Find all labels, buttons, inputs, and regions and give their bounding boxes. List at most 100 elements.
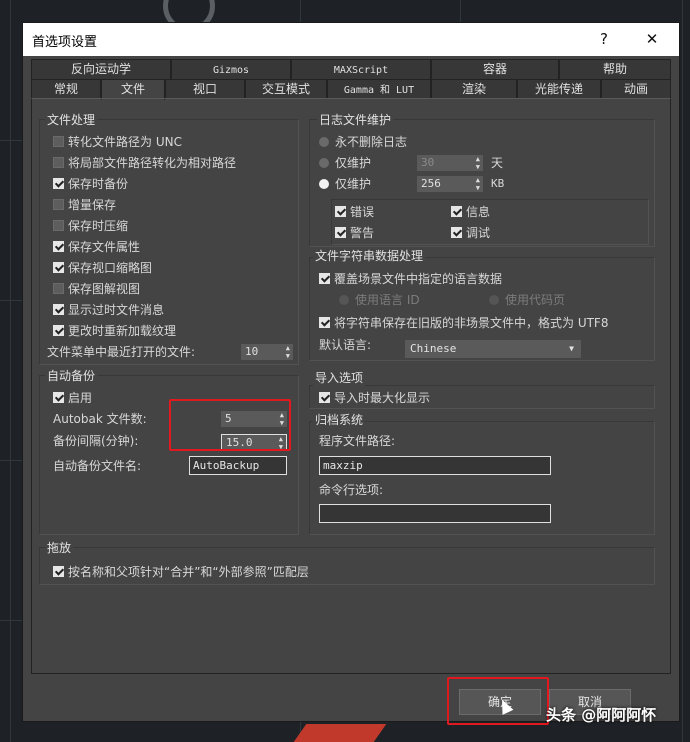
default-lang-value: Chinese — [410, 342, 457, 355]
tab-gamma-lut[interactable]: Gamma 和 LUT — [327, 79, 431, 99]
import-maximize-checkbox[interactable]: 导入时最大化显示 — [319, 389, 430, 407]
save-utf8-checkbox[interactable]: 将字符串保存在旧版的非场景文件中，格式为 UTF8 — [319, 314, 608, 332]
string-data-label: 文件字符串数据处理 — [313, 247, 426, 264]
log-maintenance-label: 日志文件维护 — [317, 111, 394, 128]
import-maximize-label: 导入时最大化显示 — [334, 391, 431, 405]
checkbox-icon — [319, 273, 330, 284]
recent-files-value: 10 — [245, 345, 259, 358]
radio-icon — [319, 158, 329, 168]
watermark: 头条 @阿阿阿怀 — [546, 706, 657, 724]
file-option-checkbox[interactable]: 转化文件路径为 UNC — [53, 133, 182, 151]
file-option-checkbox[interactable]: 保存图解视图 — [53, 280, 140, 298]
file-option-label: 将局部文件路径转化为相对路径 — [68, 156, 237, 170]
save-utf8-label: 将字符串保存在旧版的非场景文件中，格式为 UTF8 — [334, 316, 609, 330]
override-lang-label: 覆盖场景文件中指定的语言数据 — [334, 272, 503, 286]
close-button[interactable]: ✕ — [637, 27, 667, 51]
file-option-label: 保存时压缩 — [68, 219, 129, 233]
viewport-object — [293, 724, 387, 742]
file-option-checkbox[interactable]: 更改时重新加载纹理 — [53, 322, 176, 340]
checkbox-icon — [451, 227, 462, 238]
tab-help[interactable]: 帮助 — [559, 59, 671, 79]
checkbox-icon — [53, 304, 64, 315]
never-delete-radio[interactable]: 永不删除日志 — [319, 133, 407, 151]
file-option-label: 保存视口缩略图 — [68, 261, 153, 275]
program-path-field[interactable]: maxzip — [319, 456, 551, 475]
log-debug-checkbox[interactable]: 调试 — [451, 224, 490, 242]
keep-days-label: 仅维护 — [335, 156, 372, 170]
keep-kb-label: 仅维护 — [335, 177, 372, 191]
file-option-label: 显示过时文件消息 — [68, 303, 165, 317]
keep-days-spinner[interactable]: 30 ▲ ▼ — [417, 155, 483, 171]
autobackup-label: 自动备份 — [45, 367, 98, 384]
log-info-checkbox[interactable]: 信息 — [451, 203, 490, 221]
checkbox-icon — [53, 220, 64, 231]
default-lang-label: 默认语言: — [319, 338, 372, 352]
log-info-label: 信息 — [466, 205, 491, 219]
checkbox-icon — [53, 241, 64, 252]
checkbox-icon — [53, 262, 64, 273]
cmdline-label: 命令行选项: — [319, 483, 384, 497]
use-codepage-label: 使用代码页 — [505, 293, 566, 307]
autobackup-enable-checkbox[interactable]: 启用 — [53, 389, 92, 407]
tab-gamma-label: Gamma 和 LUT — [343, 85, 415, 96]
program-path-label: 程序文件路径: — [319, 434, 396, 448]
file-option-checkbox[interactable]: 将局部文件路径转化为相对路径 — [53, 154, 236, 172]
tab-gizmos[interactable]: Gizmos — [171, 59, 291, 79]
tab-viewports[interactable]: 视口 — [165, 79, 245, 99]
use-lang-id-radio[interactable]: 使用语言 ID — [339, 291, 420, 309]
log-errors-checkbox[interactable]: 错误 — [335, 203, 374, 221]
spinner-arrows-icon[interactable]: ▲ ▼ — [476, 155, 480, 171]
radio-selected-icon — [319, 179, 329, 189]
override-lang-checkbox[interactable]: 覆盖场景文件中指定的语言数据 — [319, 270, 502, 288]
checkbox-icon — [335, 227, 346, 238]
tab-container[interactable]: 容器 — [431, 59, 559, 79]
spinner-arrows-icon[interactable]: ▲ ▼ — [286, 344, 290, 360]
tab-files[interactable]: 文件 — [101, 79, 165, 100]
match-layers-checkbox[interactable]: 按名称和父项针对“合并”和“外部参照”匹配层 — [53, 563, 309, 581]
checkbox-icon — [319, 317, 330, 328]
checkbox-icon — [319, 392, 330, 403]
title-bar[interactable]: 首选项设置 ? ✕ — [23, 23, 679, 56]
match-layers-label: 按名称和父项针对“合并”和“外部参照”匹配层 — [68, 565, 309, 579]
checkbox-icon — [53, 325, 64, 336]
tab-maxscript[interactable]: MAXScript — [291, 59, 431, 79]
tab-radiosity[interactable]: 光能传递 — [517, 79, 601, 99]
file-option-checkbox[interactable]: 保存时备份 — [53, 175, 128, 193]
backup-name-field[interactable]: AutoBackup — [189, 456, 287, 475]
backup-interval-label: 备份间隔(分钟): — [53, 434, 139, 448]
cmdline-field[interactable] — [319, 504, 551, 523]
tab-animation[interactable]: 动画 — [601, 79, 671, 99]
file-option-checkbox[interactable]: 显示过时文件消息 — [53, 301, 164, 319]
log-warnings-checkbox[interactable]: 警告 — [335, 224, 374, 242]
checkbox-icon — [335, 206, 346, 217]
keep-kb-spinner[interactable]: 256 ▲ ▼ — [417, 176, 483, 192]
file-option-checkbox[interactable]: 保存视口缩略图 — [53, 259, 152, 277]
tab-ik[interactable]: 反向运动学 — [31, 59, 171, 79]
use-codepage-radio[interactable]: 使用代码页 — [489, 291, 565, 309]
autobackup-enable-label: 启用 — [68, 391, 93, 405]
keep-days-radio[interactable]: 仅维护 — [319, 154, 371, 172]
backup-name-label: 自动备份文件名: — [53, 459, 142, 473]
file-option-label: 增量保存 — [68, 198, 117, 212]
tab-general[interactable]: 常规 — [31, 79, 101, 99]
checkbox-icon — [53, 178, 64, 189]
file-option-checkbox[interactable]: 保存时压缩 — [53, 217, 128, 235]
file-option-label: 转化文件路径为 UNC — [68, 135, 182, 149]
keep-kb-value: 256 — [421, 177, 441, 190]
checkbox-icon — [53, 392, 64, 403]
help-button[interactable]: ? — [589, 27, 619, 51]
recent-files-label: 文件菜单中最近打开的文件: — [47, 345, 196, 359]
checkbox-icon — [53, 283, 64, 294]
keep-kb-radio[interactable]: 仅维护 — [319, 175, 371, 193]
tab-interaction-mode[interactable]: 交互模式 — [245, 79, 327, 99]
tab-rendering[interactable]: 渲染 — [431, 79, 517, 99]
default-lang-dropdown[interactable]: Chinese ▼ — [405, 340, 581, 358]
spinner-arrows-icon[interactable]: ▲ ▼ — [476, 176, 480, 192]
chevron-down-icon: ▼ — [569, 344, 574, 353]
file-option-checkbox[interactable]: 保存文件属性 — [53, 238, 140, 256]
never-delete-label: 永不删除日志 — [335, 135, 408, 149]
recent-files-spinner[interactable]: 10 ▲ ▼ — [241, 344, 293, 360]
file-option-label: 保存文件属性 — [68, 240, 141, 254]
file-option-label: 保存时备份 — [68, 177, 129, 191]
file-option-checkbox[interactable]: 增量保存 — [53, 196, 116, 214]
